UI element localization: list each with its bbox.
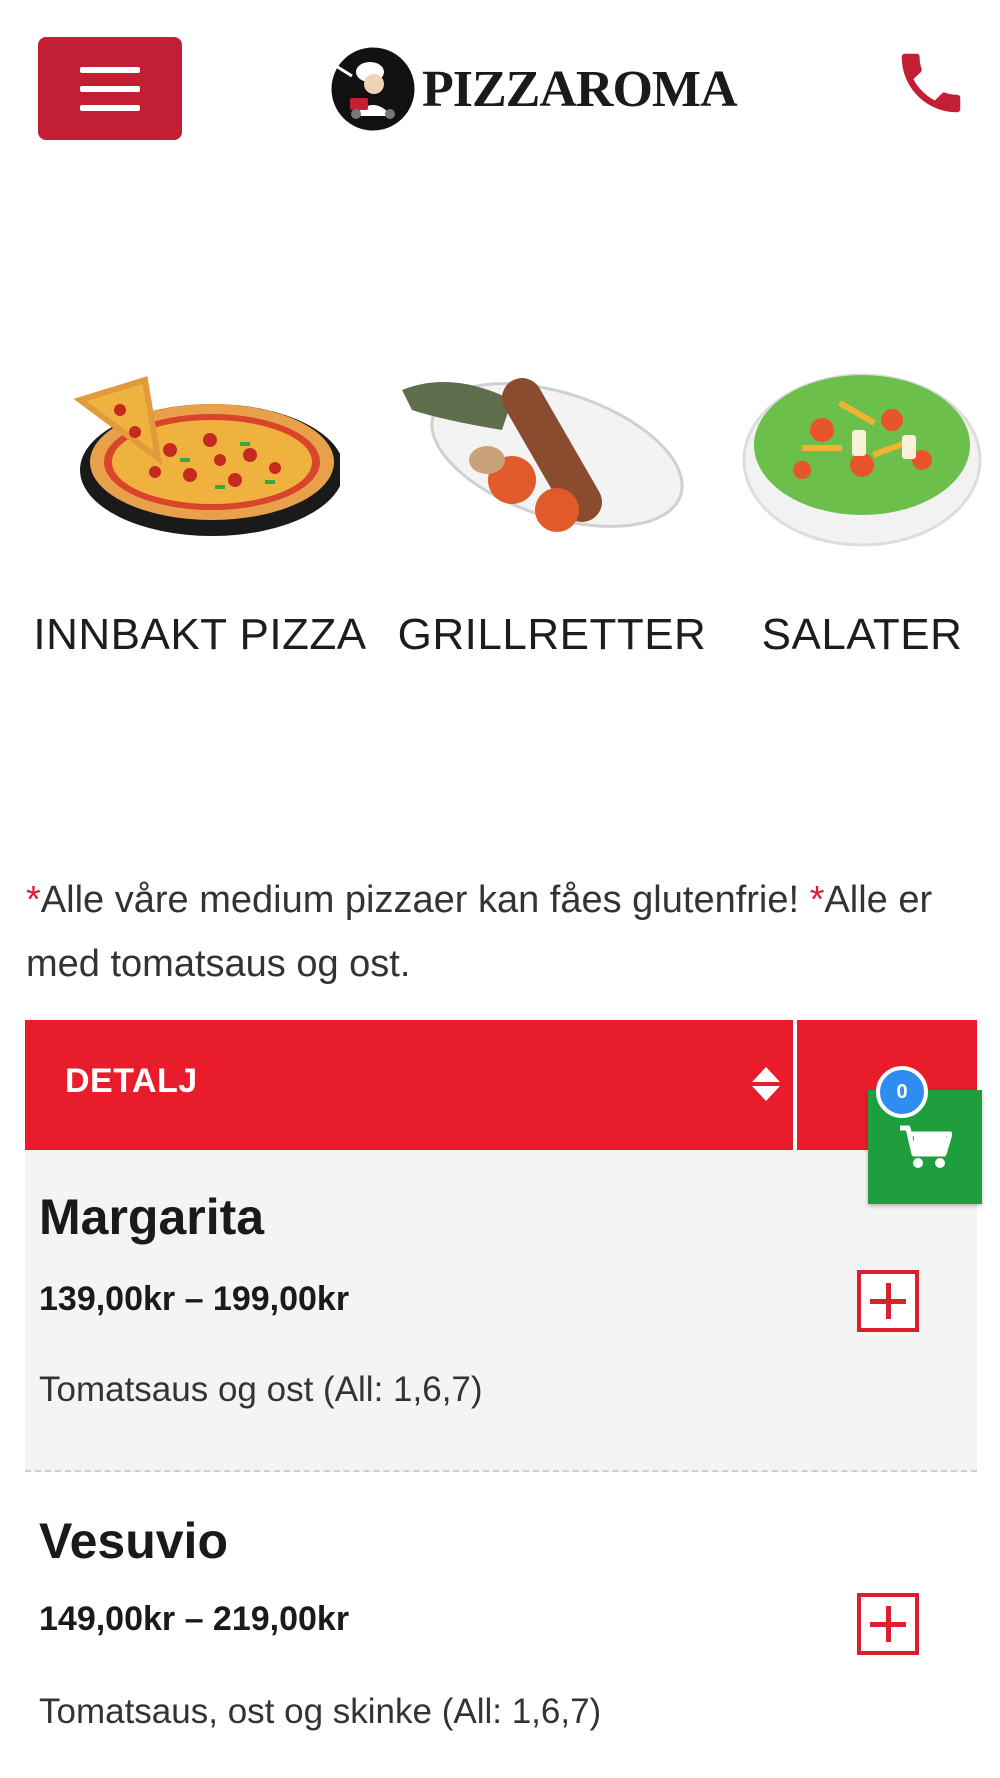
category-carousel: INNBAKT PIZZA GRILLRETTER SALATER (0, 340, 1000, 680)
product-row: Vesuvio 149,00kr – 219,00kr Tomatsaus, o… (25, 1472, 977, 1778)
notice-asterisk: * (809, 879, 825, 921)
phone-icon[interactable] (892, 44, 970, 122)
detail-column-header[interactable]: DETALJ (25, 1020, 793, 1150)
product-description: Tomatsaus, ost og skinke (All: 1,6,7) (39, 1692, 602, 1731)
notice-text-1: Alle våre medium pizzaer kan fåes gluten… (40, 879, 800, 921)
category-grillretter[interactable]: GRILLRETTER (392, 340, 712, 680)
detail-header-label: DETALJ (65, 1062, 198, 1100)
gluten-notice: *Alle våre medium pizzaer kan fåes glute… (26, 868, 976, 996)
notice-asterisk: * (26, 879, 41, 921)
product-description: Tomatsaus og ost (All: 1,6,7) (39, 1370, 483, 1409)
site-header: PIZZAROMA (0, 0, 1000, 180)
product-row: Margarita 139,00kr – 199,00kr Tomatsaus … (25, 1150, 977, 1472)
category-label: SALATER (761, 610, 963, 659)
sort-icon[interactable] (750, 1065, 782, 1103)
category-innbakt-pizza[interactable]: INNBAKT PIZZA (33, 340, 366, 680)
shopping-cart-icon (900, 1125, 952, 1168)
brand-name: PIZZAROMA (422, 60, 738, 118)
product-price: 139,00kr – 199,00kr (39, 1280, 350, 1318)
grill-dish-image (402, 378, 684, 532)
category-label: INNBAKT PIZZA (33, 610, 367, 659)
add-to-cart-button[interactable] (857, 1593, 919, 1655)
salad-image (742, 373, 982, 547)
chef-logo-icon (331, 47, 415, 131)
product-name: Vesuvio (39, 1513, 228, 1569)
menu-button[interactable] (38, 37, 182, 140)
cart-count-badge: 0 (876, 1066, 928, 1118)
hamburger-menu-icon (80, 66, 140, 73)
product-name: Margarita (39, 1189, 265, 1245)
category-salater[interactable]: SALATER (742, 340, 1000, 680)
pizza-image (73, 376, 340, 536)
add-to-cart-button[interactable] (857, 1270, 919, 1332)
product-price: 149,00kr – 219,00kr (39, 1600, 350, 1638)
site-logo[interactable]: PIZZAROMA (330, 44, 738, 134)
category-label: GRILLRETTER (397, 610, 707, 659)
product-table-header: DETALJ (25, 1020, 977, 1150)
